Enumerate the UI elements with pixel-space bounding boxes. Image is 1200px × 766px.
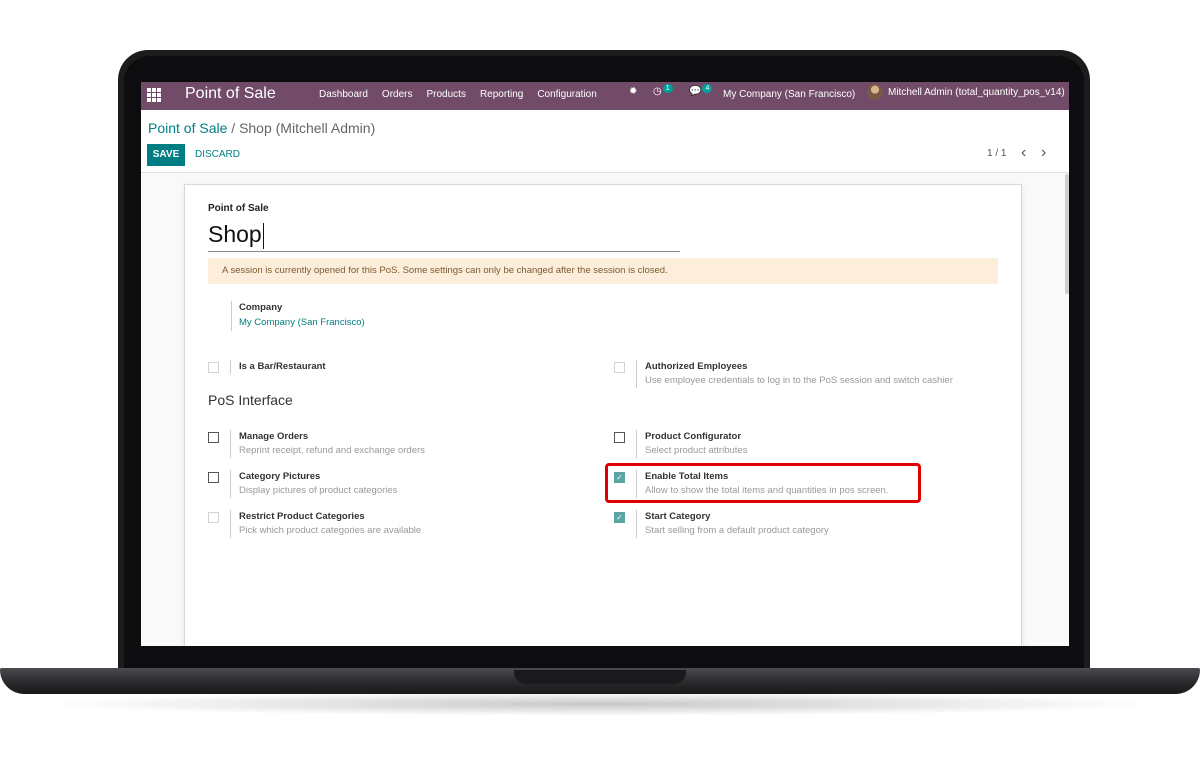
apps-menu-icon[interactable] [147, 88, 161, 102]
menu-dashboard[interactable]: Dashboard [319, 89, 368, 100]
form-sheet: Point of Sale Shop A session is currentl… [184, 184, 1022, 646]
breadcrumb-parent[interactable]: Point of Sale [148, 120, 227, 136]
breadcrumb-current: Shop (Mitchell Admin) [239, 120, 376, 136]
authorized-employees-checkbox[interactable] [614, 362, 625, 373]
category-pictures-checkbox[interactable] [208, 472, 219, 483]
authorized-employees-text: Authorized Employees Use employee creden… [636, 360, 953, 388]
product-configurator-text: Product Configurator Select product attr… [636, 430, 747, 458]
category-pictures-text: Category Pictures Display pictures of pr… [230, 470, 397, 498]
activity-menu[interactable]: ◷ 1 [653, 84, 673, 97]
activity-badge: 1 [662, 84, 673, 93]
restrict-categories-text: Restrict Product Categories Pick which p… [230, 510, 421, 538]
check-icon: ✓ [616, 513, 623, 522]
messages-badge: 4 [702, 84, 713, 93]
manage-orders-checkbox[interactable] [208, 432, 219, 443]
manage-orders-help: Reprint receipt, refund and exchange ord… [239, 445, 425, 456]
start-category-help: Start selling from a default product cat… [645, 525, 829, 536]
control-panel: Point of Sale / Shop (Mitchell Admin) SA… [141, 110, 1069, 173]
name-input[interactable]: Shop [208, 219, 680, 252]
bar-restaurant-checkbox[interactable] [208, 362, 219, 373]
session-alert: A session is currently opened for this P… [208, 258, 998, 284]
chat-icon: 💬 [689, 86, 702, 97]
name-label: Point of Sale [208, 203, 269, 214]
debug-icon[interactable]: ✹ [629, 86, 637, 97]
pager-value: 1 / 1 [987, 148, 1007, 159]
screen: Point of Sale Dashboard Orders Products … [141, 82, 1069, 646]
menu-reporting[interactable]: Reporting [480, 89, 523, 100]
restrict-categories-help: Pick which product categories are availa… [239, 525, 422, 536]
authorized-employees-label: Authorized Employees [645, 361, 748, 372]
avatar [867, 84, 883, 100]
user-menu[interactable]: Mitchell Admin (total_quantity_pos_v14) [867, 84, 1065, 100]
breadcrumb: Point of Sale / Shop (Mitchell Admin) [148, 120, 375, 136]
bar-restaurant-text: Is a Bar/Restaurant [230, 360, 326, 374]
text-cursor [262, 222, 264, 249]
discard-button[interactable]: DISCARD [195, 144, 240, 166]
start-category-text: Start Category Start selling from a defa… [636, 510, 829, 538]
highlight-annotation [605, 463, 921, 503]
messaging-menu[interactable]: 💬 4 [689, 84, 713, 97]
main-menu: Dashboard Orders Products Reporting Conf… [319, 89, 597, 100]
top-navbar: Point of Sale Dashboard Orders Products … [141, 82, 1069, 110]
menu-products[interactable]: Products [426, 89, 465, 100]
product-configurator-checkbox[interactable] [614, 432, 625, 443]
section-title: PoS Interface [208, 392, 293, 408]
company-field: Company My Company (San Francisco) [231, 301, 365, 331]
category-pictures-label: Category Pictures [239, 471, 321, 482]
laptop-shadow [40, 692, 1160, 716]
user-name: Mitchell Admin (total_quantity_pos_v14) [888, 86, 1065, 98]
scrollbar[interactable] [1065, 174, 1069, 294]
menu-orders[interactable]: Orders [382, 89, 413, 100]
menu-configuration[interactable]: Configuration [537, 89, 596, 100]
manage-orders-label: Manage Orders [239, 431, 309, 442]
restrict-categories-checkbox[interactable] [208, 512, 219, 523]
company-value[interactable]: My Company (San Francisco) [239, 315, 365, 331]
product-configurator-label: Product Configurator [645, 431, 742, 442]
authorized-employees-help: Use employee credentials to log in to th… [645, 375, 953, 386]
product-configurator-help: Select product attributes [645, 445, 748, 456]
bar-restaurant-label: Is a Bar/Restaurant [239, 361, 326, 372]
start-category-label: Start Category [645, 511, 711, 522]
start-category-checkbox[interactable]: ✓ [614, 512, 625, 523]
chevron-right-icon[interactable]: › [1041, 144, 1046, 162]
app-name[interactable]: Point of Sale [185, 85, 276, 103]
company-label: Company [239, 302, 283, 313]
manage-orders-text: Manage Orders Reprint receipt, refund an… [230, 430, 425, 458]
laptop-notch [514, 670, 686, 684]
category-pictures-help: Display pictures of product categories [239, 485, 398, 496]
save-button[interactable]: SAVE [147, 144, 185, 166]
name-value: Shop [208, 221, 262, 247]
restrict-categories-label: Restrict Product Categories [239, 511, 365, 522]
chevron-left-icon[interactable]: ‹ [1021, 144, 1026, 162]
company-switcher[interactable]: My Company (San Francisco) [723, 89, 855, 100]
clock-icon: ◷ [653, 86, 662, 97]
breadcrumb-separator: / [231, 120, 236, 136]
